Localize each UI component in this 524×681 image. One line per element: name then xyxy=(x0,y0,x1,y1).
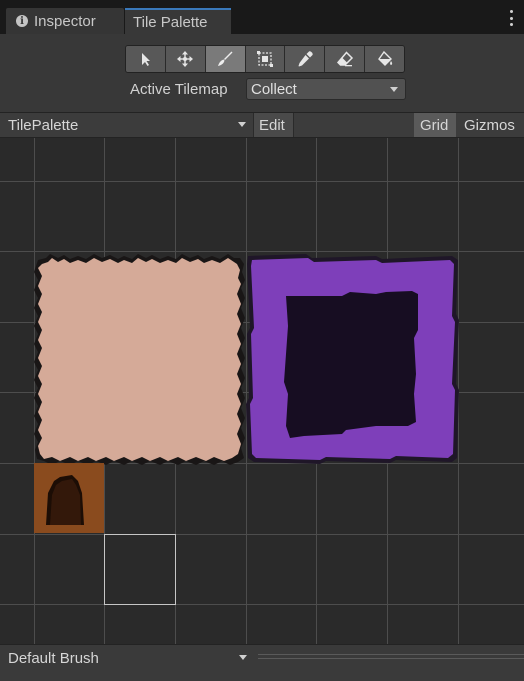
tile-palette-canvas[interactable] xyxy=(0,138,524,644)
move-tool-button[interactable] xyxy=(165,46,206,72)
tab-inspector-label: Inspector xyxy=(34,12,96,30)
purple-frame-tile[interactable] xyxy=(246,254,460,464)
pink-platform-fill xyxy=(38,258,241,461)
box-fill-icon xyxy=(257,51,273,67)
flood-fill-tool-button[interactable] xyxy=(365,46,404,72)
tool-area: Active Tilemap Collect xyxy=(0,34,524,112)
paint-bucket-icon xyxy=(377,50,392,66)
dropdown-caret-icon xyxy=(239,655,247,660)
info-icon: i xyxy=(16,15,28,27)
selection-box xyxy=(104,534,176,605)
pink-platform-tile[interactable] xyxy=(34,254,246,466)
eraser-icon xyxy=(336,51,353,67)
dropdown-caret-icon xyxy=(238,122,246,127)
tab-inspector[interactable]: i Inspector xyxy=(6,8,124,34)
brush-divider xyxy=(258,654,524,655)
palette-name: TilePalette xyxy=(8,116,79,134)
tab-tile-palette-label: Tile Palette xyxy=(133,13,208,31)
palette-toolbar: TilePalette Edit Grid Gizmos xyxy=(0,112,524,138)
tab-tile-palette[interactable]: Tile Palette xyxy=(125,8,231,34)
arrow-pointer-icon xyxy=(142,53,151,66)
active-tilemap-label: Active Tilemap xyxy=(130,81,228,98)
brush-name: Default Brush xyxy=(8,649,99,667)
gizmos-toggle-label: Gizmos xyxy=(464,116,515,134)
dropdown-caret-icon xyxy=(390,87,398,92)
brush-bar: Default Brush xyxy=(0,644,524,681)
active-tilemap-value: Collect xyxy=(251,80,297,98)
paint-brush-tool-button[interactable] xyxy=(205,46,246,72)
gizmos-toggle[interactable]: Gizmos xyxy=(457,113,524,137)
purple-frame-inner xyxy=(284,291,418,438)
brush-divider xyxy=(258,658,524,659)
select-tool-button[interactable] xyxy=(126,46,166,72)
edit-button[interactable]: Edit xyxy=(254,113,294,137)
brush-dropdown[interactable]: Default Brush xyxy=(0,646,254,670)
edit-button-label: Edit xyxy=(259,116,285,134)
palette-dropdown[interactable]: TilePalette xyxy=(0,113,254,137)
tab-bar: i Inspector Tile Palette xyxy=(0,0,524,34)
grid-toggle[interactable]: Grid xyxy=(414,113,456,137)
more-options-icon[interactable] xyxy=(508,10,514,26)
picker-tool-button[interactable] xyxy=(285,46,326,72)
door-tile[interactable] xyxy=(34,463,104,533)
tool-strip xyxy=(125,45,405,73)
box-fill-tool-button[interactable] xyxy=(245,46,286,72)
active-tilemap-dropdown[interactable]: Collect xyxy=(246,78,406,100)
paint-brush-icon xyxy=(218,51,233,66)
move-arrows-icon xyxy=(177,51,194,67)
eraser-tool-button[interactable] xyxy=(325,46,366,72)
grid-toggle-label: Grid xyxy=(420,116,449,134)
eyedropper-icon xyxy=(298,51,313,67)
